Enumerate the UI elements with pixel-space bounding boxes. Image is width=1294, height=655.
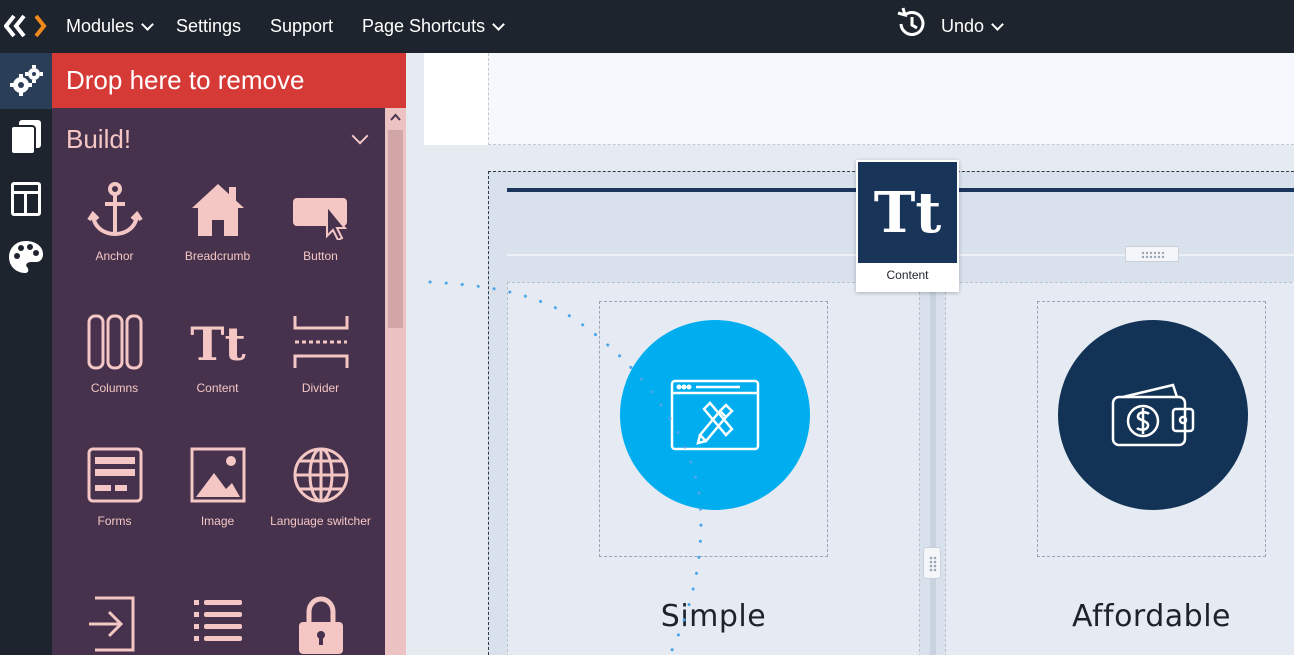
rail-item-modules[interactable]: [0, 53, 52, 109]
module-columns[interactable]: Columns: [63, 312, 166, 397]
module-label: Button: [303, 249, 338, 263]
module-label: Divider: [301, 381, 340, 395]
top-bar: Modules Settings Support Page Shortcuts …: [0, 0, 1294, 53]
chevron-down-icon: [492, 17, 505, 31]
gears-icon: [10, 65, 43, 96]
column-separator-bar: [930, 282, 936, 655]
column-resize-handle[interactable]: [923, 547, 941, 579]
divider-icon: [293, 316, 348, 368]
text-tt-icon: Tt: [190, 317, 246, 371]
drawer-scrollbar[interactable]: [385, 108, 406, 655]
chevron-down-icon: [991, 17, 1004, 31]
menu-support[interactable]: Support: [270, 0, 333, 53]
top-section: [424, 53, 1294, 145]
column-separator: [921, 282, 945, 655]
svg-text:Tt: Tt: [190, 317, 246, 371]
home-icon: [191, 184, 244, 236]
top-section-inner[interactable]: [488, 53, 1294, 145]
button-cursor-icon: [292, 198, 347, 240]
drop-to-remove-zone[interactable]: Drop here to remove: [52, 53, 406, 108]
image-module-simple[interactable]: [599, 301, 828, 557]
palette-icon: [9, 241, 43, 273]
row-drag-handle[interactable]: [1125, 246, 1179, 262]
undo-icon: [893, 5, 931, 48]
module-list[interactable]: [166, 594, 269, 654]
module-label: Columns: [90, 381, 139, 395]
module-breadcrumb[interactable]: Breadcrumb: [166, 180, 269, 265]
left-rail: [0, 53, 52, 655]
module-lock[interactable]: [269, 594, 372, 654]
page-canvas: Simple Affordable: [406, 53, 1294, 655]
module-label: Language switcher: [270, 514, 371, 528]
feature-title-simple[interactable]: Simple: [599, 599, 828, 634]
module-label: Forms: [97, 514, 132, 528]
module-anchor[interactable]: Anchor: [63, 180, 166, 265]
text-tt-icon: Tt: [858, 162, 957, 263]
drawer-title: Build!: [66, 124, 132, 154]
feature-circle: [620, 320, 810, 510]
menu-modules[interactable]: Modules: [66, 0, 154, 53]
undo-label: Undo: [941, 16, 985, 36]
menu-settings[interactable]: Settings: [176, 0, 241, 53]
anchor-icon: [86, 182, 143, 237]
menu-page-shortcuts[interactable]: Page Shortcuts: [362, 0, 505, 53]
drop-to-remove-label: Drop here to remove: [66, 65, 305, 95]
menu-modules-label: Modules: [66, 16, 135, 36]
browser-tools-icon: [670, 379, 760, 451]
menu-page-shortcuts-label: Page Shortcuts: [362, 16, 486, 36]
dragged-module-label: Content: [886, 268, 929, 282]
layout-icon: [11, 182, 41, 216]
module-label: Anchor: [95, 249, 134, 263]
list-icon: [193, 600, 242, 641]
pages-icon: [10, 120, 41, 155]
module-divider[interactable]: Divider: [269, 312, 372, 397]
module-label: Breadcrumb: [184, 249, 251, 263]
scroll-thumb[interactable]: [388, 130, 403, 328]
chevron-down-icon: [141, 17, 154, 31]
chevron-down-icon[interactable]: [351, 127, 369, 145]
module-image[interactable]: Image: [166, 445, 269, 530]
globe-icon: [293, 447, 348, 503]
module-label: Content: [196, 381, 239, 395]
modules-drawer: Build! Anchor Breadcrumb Button Columns …: [52, 108, 385, 655]
logo-icon[interactable]: [3, 14, 50, 38]
menu-support-label: Support: [270, 16, 334, 36]
dragged-module-ghost[interactable]: Tt Content: [856, 160, 959, 292]
menu-settings-label: Settings: [176, 16, 242, 36]
rail-item-theme[interactable]: [0, 229, 52, 285]
module-language-switcher[interactable]: Language switcher: [269, 445, 372, 530]
rail-item-layouts[interactable]: [0, 171, 52, 227]
scroll-up-arrow-icon[interactable]: [385, 108, 406, 128]
rail-item-pages[interactable]: [0, 109, 52, 165]
column-simple[interactable]: Simple: [507, 282, 920, 655]
module-button[interactable]: Button: [269, 180, 372, 265]
image-module-affordable[interactable]: [1037, 301, 1266, 557]
module-content[interactable]: Tt Content: [166, 312, 269, 397]
image-icon: [190, 447, 245, 503]
feature-circle: [1058, 320, 1248, 510]
undo-button[interactable]: Undo: [893, 0, 1004, 53]
wallet-icon: [1111, 383, 1195, 447]
form-icon: [87, 447, 142, 503]
login-icon: [88, 596, 134, 652]
lock-icon: [298, 596, 343, 654]
feature-title-affordable[interactable]: Affordable: [1037, 599, 1266, 634]
module-label: Image: [200, 514, 235, 528]
columns-icon: [87, 314, 142, 370]
module-forms[interactable]: Forms: [63, 445, 166, 530]
module-login[interactable]: [63, 594, 166, 654]
column-affordable[interactable]: Affordable: [945, 282, 1294, 655]
